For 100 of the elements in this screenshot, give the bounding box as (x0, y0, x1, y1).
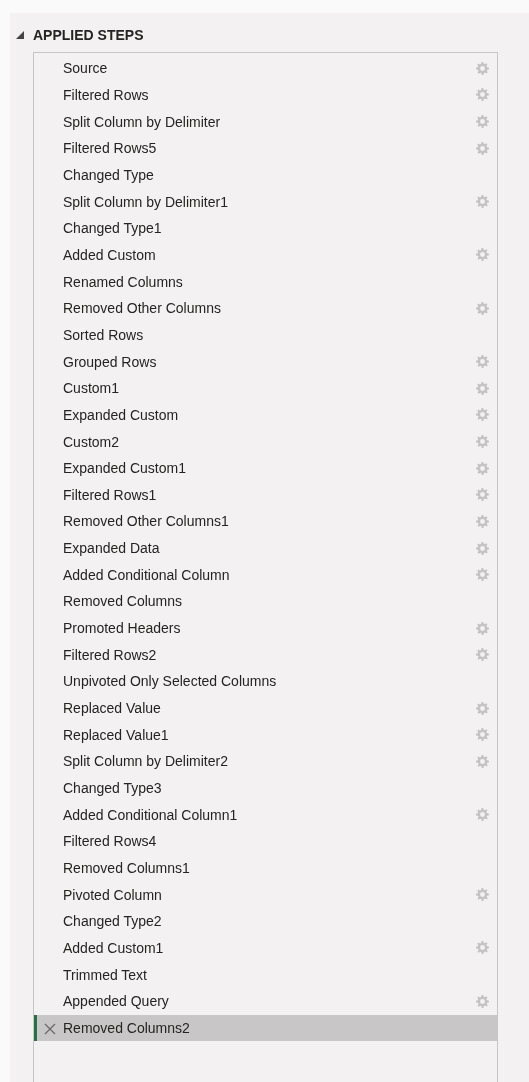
settings-icon[interactable] (476, 141, 489, 155)
step-label: Filtered Rows2 (63, 646, 158, 663)
step-label: Trimmed Text (63, 966, 148, 983)
step-item[interactable]: Trimmed Text (34, 961, 497, 988)
settings-icon[interactable] (476, 461, 489, 475)
step-label: Changed Type2 (63, 913, 163, 930)
step-label: Filtered Rows4 (63, 833, 158, 850)
step-label: Added Custom (63, 246, 157, 263)
settings-icon[interactable] (476, 541, 489, 555)
step-item[interactable]: Filtered Rows1 (34, 481, 497, 509)
settings-icon[interactable] (476, 701, 489, 715)
step-label: Filtered Rows1 (63, 486, 158, 503)
step-item[interactable]: Split Column by Delimiter2 (34, 748, 497, 775)
settings-icon[interactable] (476, 301, 489, 315)
settings-icon[interactable] (476, 941, 489, 955)
settings-icon[interactable] (476, 408, 489, 422)
step-item[interactable]: Added Custom1 (34, 934, 497, 962)
step-label: Renamed Columns (63, 273, 184, 290)
step-item[interactable]: Changed Type (34, 161, 497, 189)
step-item[interactable]: Added Conditional Column1 (34, 801, 497, 829)
step-label: Grouped Rows (63, 353, 158, 370)
step-label: Changed Type (63, 166, 155, 183)
step-item[interactable]: Source (34, 55, 497, 82)
settings-icon[interactable] (476, 808, 489, 822)
step-item[interactable]: Split Column by Delimiter (34, 108, 497, 135)
step-label: Expanded Custom1 (63, 460, 187, 477)
step-item[interactable]: Removed Columns (34, 588, 497, 615)
step-item[interactable]: Unpivoted Only Selected Columns (34, 668, 497, 695)
step-label: Split Column by Delimiter (63, 113, 222, 130)
step-label: Custom1 (63, 380, 121, 397)
step-item[interactable]: Grouped Rows (34, 348, 497, 375)
step-item[interactable]: Replaced Value1 (34, 721, 497, 749)
settings-icon[interactable] (476, 115, 489, 129)
step-item[interactable]: Custom1 (34, 374, 497, 402)
collapse-triangle-icon (16, 31, 24, 39)
step-item[interactable]: Filtered Rows2 (34, 641, 497, 669)
settings-icon[interactable] (476, 435, 489, 448)
step-item[interactable]: Promoted Headers (34, 614, 497, 642)
step-label: Source (63, 60, 109, 77)
step-item[interactable]: Replaced Value (34, 694, 497, 722)
delete-icon[interactable] (44, 1022, 56, 1035)
step-label: Unpivoted Only Selected Columns (63, 673, 278, 690)
step-label: Removed Columns1 (63, 860, 191, 876)
settings-icon[interactable] (476, 195, 489, 209)
step-item[interactable]: Removed Columns1 (34, 854, 497, 882)
step-label: Replaced Value1 (63, 726, 170, 743)
settings-icon[interactable] (476, 488, 489, 502)
step-item[interactable]: Filtered Rows4 (34, 828, 497, 855)
step-item[interactable]: Expanded Data (34, 534, 497, 562)
settings-icon[interactable] (476, 61, 489, 75)
step-label: Added Custom1 (63, 940, 165, 956)
step-label: Split Column by Delimiter2 (63, 753, 229, 770)
step-label: Changed Type1 (63, 220, 163, 237)
settings-icon[interactable] (476, 568, 489, 582)
step-item[interactable]: Expanded Custom (34, 401, 497, 429)
step-item[interactable]: Sorted Rows (34, 321, 497, 349)
step-label: Filtered Rows (63, 87, 150, 103)
settings-icon[interactable] (476, 621, 489, 635)
settings-icon[interactable] (476, 754, 489, 768)
settings-icon[interactable] (476, 648, 489, 662)
step-label: Appended Query (63, 993, 170, 1010)
step-item[interactable]: Renamed Columns (34, 268, 497, 295)
step-item[interactable]: Pivoted Column (34, 881, 497, 908)
step-item[interactable]: Removed Other Columns (34, 294, 497, 322)
step-label: Replaced Value (63, 700, 162, 717)
step-label: Expanded Custom (63, 406, 180, 423)
step-label: Added Conditional Column (63, 566, 231, 583)
step-item[interactable]: Changed Type1 (34, 214, 497, 242)
step-label: Removed Columns (63, 593, 184, 610)
settings-icon[interactable] (476, 248, 489, 262)
step-label: Split Column by Delimiter1 (63, 193, 229, 210)
step-item[interactable]: Changed Type3 (34, 774, 497, 802)
step-label: Promoted Headers (63, 620, 182, 637)
step-label: Removed Columns2 (63, 1019, 191, 1036)
step-label: Filtered Rows5 (63, 140, 158, 157)
settings-icon[interactable] (476, 515, 489, 528)
step-item[interactable]: Added Conditional Column (34, 561, 497, 589)
settings-icon[interactable] (476, 728, 489, 742)
step-item[interactable]: Expanded Custom1 (34, 454, 497, 482)
step-item[interactable]: Filtered Rows5 (34, 134, 497, 162)
settings-icon[interactable] (476, 381, 489, 395)
step-item[interactable]: Split Column by Delimiter1 (34, 188, 497, 215)
step-item[interactable]: Filtered Rows (34, 81, 497, 109)
step-label: Removed Other Columns1 (63, 513, 230, 530)
step-label: Added Conditional Column1 (63, 806, 239, 823)
step-label: Changed Type3 (63, 780, 163, 797)
settings-icon[interactable] (476, 888, 489, 902)
settings-icon[interactable] (476, 355, 489, 369)
step-label: Expanded Data (63, 540, 161, 557)
step-label: Custom2 (63, 433, 121, 450)
step-label: Sorted Rows (63, 326, 145, 343)
section-header[interactable]: APPLIED STEPS (10, 27, 144, 43)
step-item[interactable]: Appended Query (34, 987, 497, 1015)
settings-icon[interactable] (476, 994, 489, 1008)
step-item[interactable]: Added Custom (34, 241, 497, 269)
step-item[interactable]: Removed Other Columns1 (34, 508, 497, 535)
settings-icon[interactable] (476, 88, 489, 102)
step-item[interactable]: Changed Type2 (34, 908, 497, 935)
step-item[interactable]: Removed Columns2 (34, 1014, 497, 1042)
step-item[interactable]: Custom2 (34, 428, 497, 455)
